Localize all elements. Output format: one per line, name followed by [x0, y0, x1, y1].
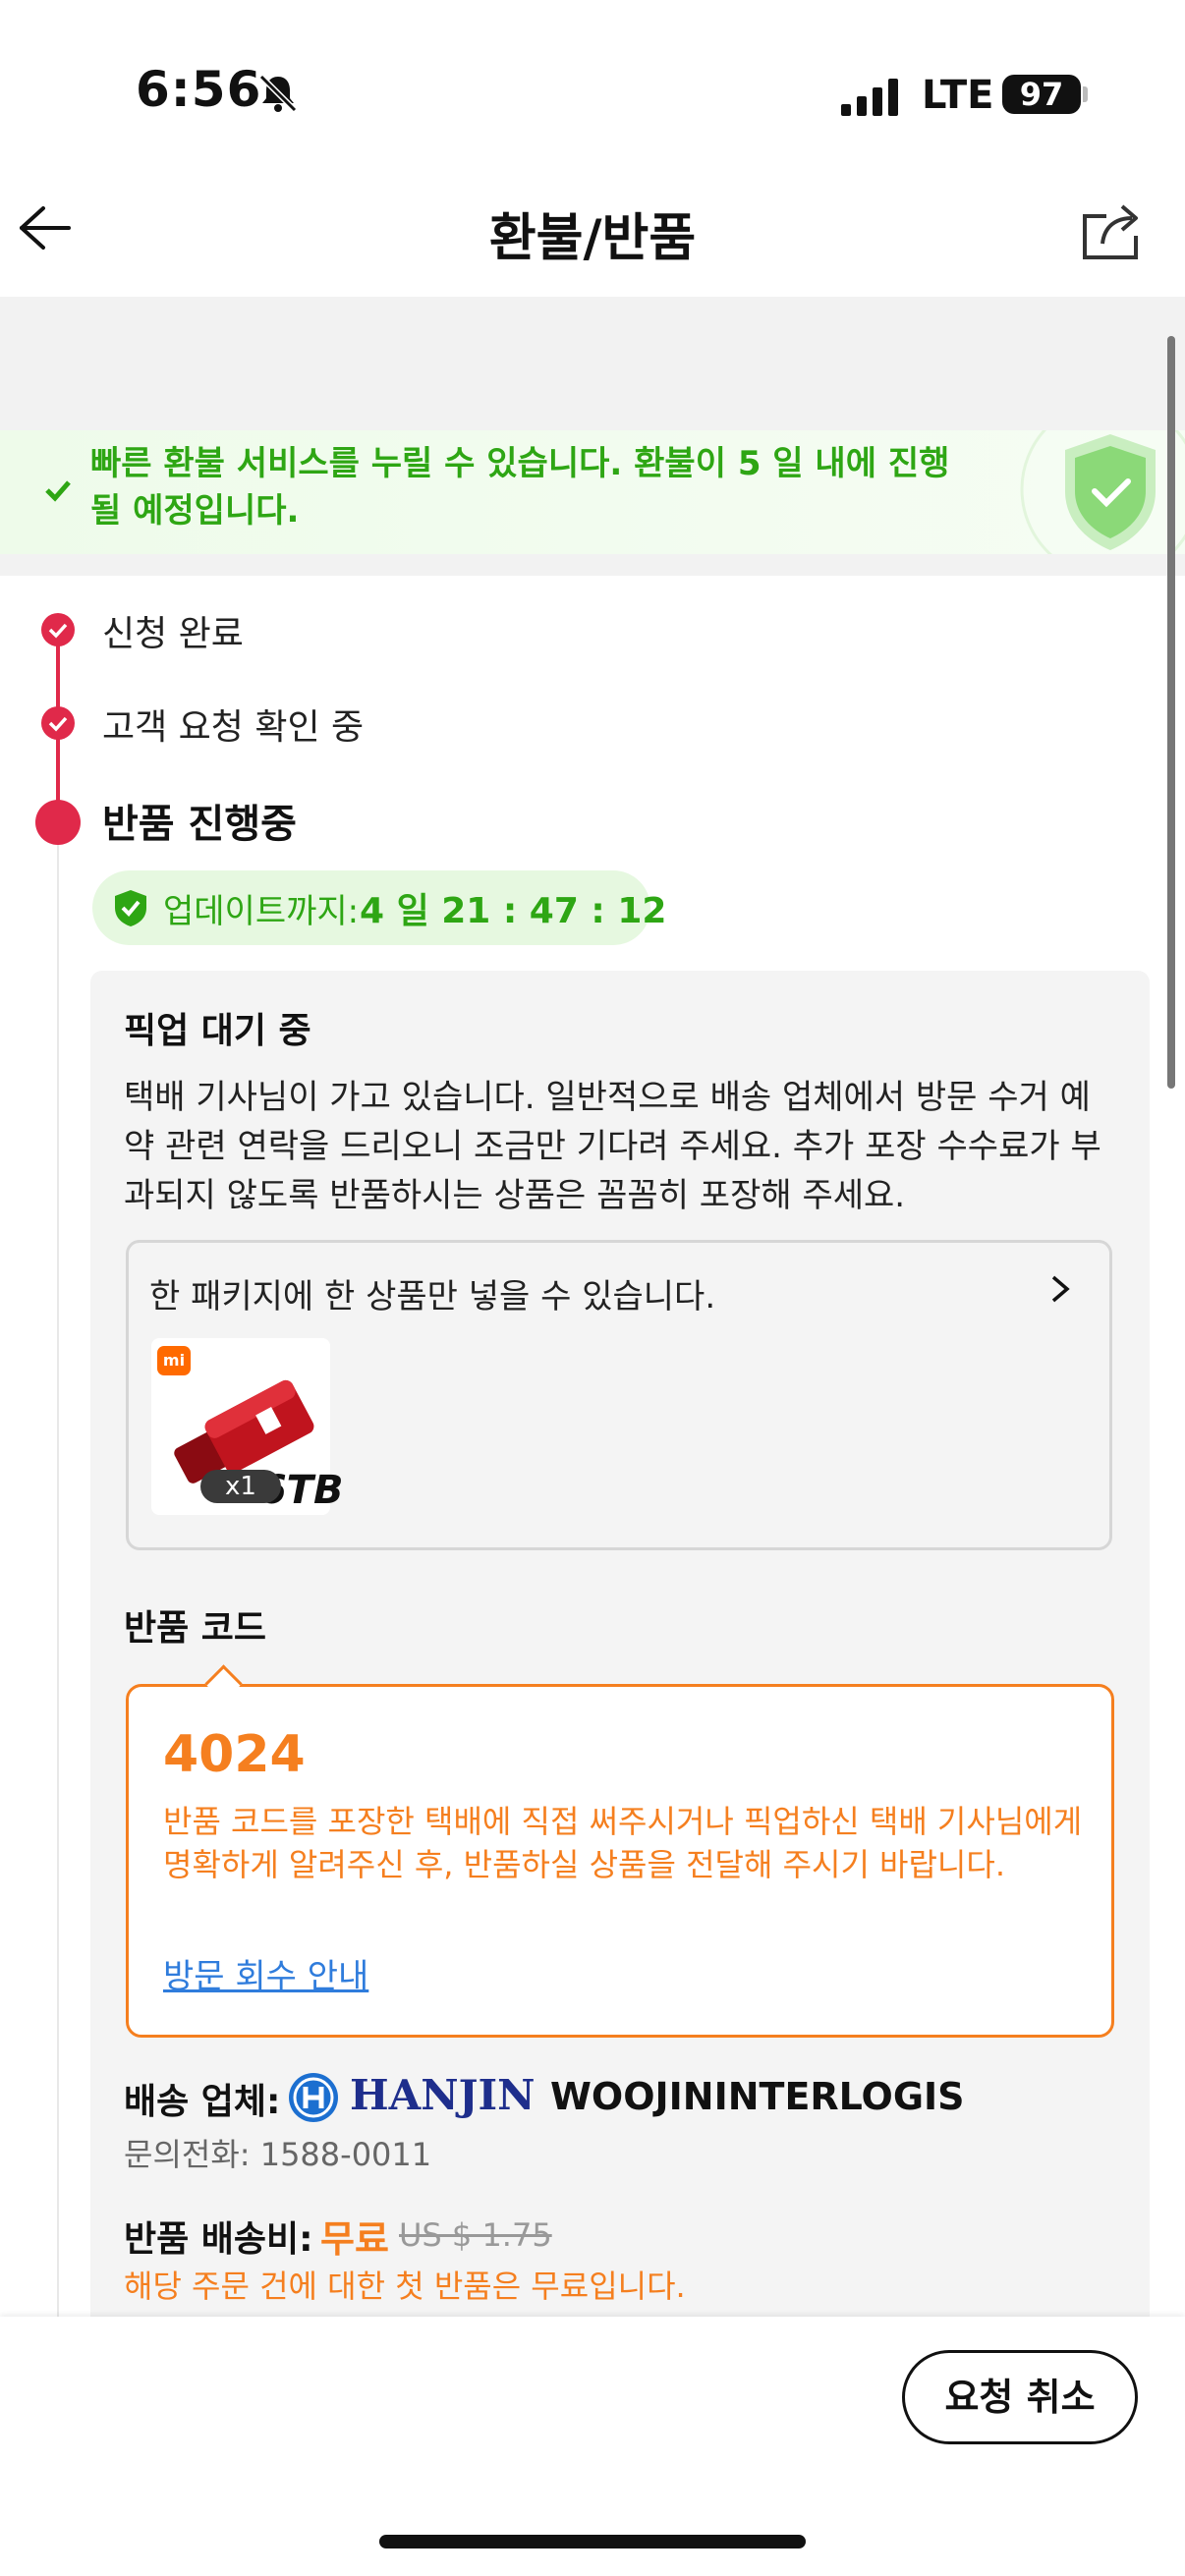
section-divider — [0, 554, 1185, 576]
signal-icon — [841, 77, 904, 116]
package-notice-text: 한 패키지에 한 상품만 넣을 수 있습니다. — [149, 1277, 716, 1316]
cancel-request-button[interactable]: 요청 취소 — [902, 2350, 1138, 2444]
countdown-label: 업데이트까지: — [163, 892, 360, 931]
step-label: 신청 완료 — [102, 614, 244, 654]
share-icon[interactable] — [1081, 196, 1144, 261]
return-fee-note: 해당 주문 건에 대한 첫 반품은 무료입니다. — [124, 2268, 686, 2305]
brand-badge: mi — [157, 1346, 191, 1375]
return-code-description: 반품 코드를 포장한 택배에 직접 써주시거나 픽업하신 택배 기사님에게 명확… — [163, 1803, 1083, 1883]
carrier-phone: 문의전화: 1588-0011 — [124, 2136, 432, 2173]
page-title: 환불/반품 — [488, 209, 697, 268]
step-current-label: 반품 진행중 — [102, 802, 297, 847]
quantity-badge: x1 — [200, 1470, 281, 1503]
pickup-guide-link[interactable]: 방문 회수 안내 — [163, 1949, 368, 1997]
return-fee-label: 반품 배송비: — [124, 2219, 313, 2260]
step-done-icon — [41, 613, 75, 646]
carrier-label: 배송 업체: — [124, 2082, 281, 2122]
scrollbar[interactable] — [1167, 336, 1175, 1089]
hanjin-logo-icon — [289, 2073, 338, 2122]
return-fee-original: US $ 1.75 — [399, 2216, 552, 2254]
shield-check-icon — [112, 888, 149, 927]
banner-text: 빠른 환불 서비스를 누릴 수 있습니다. 환불이 5 일 내에 진행될 예정입… — [90, 444, 950, 531]
home-indicator[interactable] — [379, 2535, 806, 2548]
return-code-title: 반품 코드 — [124, 1608, 267, 1649]
bell-muted-icon — [255, 71, 301, 116]
shield-check-icon — [1012, 430, 1185, 554]
network-label: LTE — [922, 73, 994, 118]
check-icon — [43, 476, 73, 505]
step-current-icon — [35, 800, 81, 845]
return-code-value: 4024 — [163, 1725, 306, 1784]
battery-nub — [1083, 86, 1088, 102]
step-done-icon — [41, 706, 75, 740]
battery-icon: 97 — [1002, 75, 1081, 114]
pickup-description: 택배 기사님이 가고 있습니다. 일반적으로 배송 업체에서 방문 수거 예약 … — [124, 1078, 1101, 1215]
step-label: 고객 요청 확인 중 — [102, 707, 365, 748]
chevron-right-icon[interactable] — [1045, 1269, 1075, 1309]
status-time: 6:56 — [136, 61, 262, 118]
pickup-title: 픽업 대기 중 — [124, 1011, 311, 1051]
carrier-name: WOOJININTERLOGIS — [550, 2075, 965, 2118]
timeline-rail — [57, 845, 59, 2319]
header-spacer — [0, 297, 1185, 430]
return-fee-value: 무료 — [320, 2217, 389, 2261]
hanjin-logo-text: HANJIN — [350, 2071, 536, 2119]
countdown-value: 4 일 21 : 47 : 12 — [360, 891, 667, 931]
